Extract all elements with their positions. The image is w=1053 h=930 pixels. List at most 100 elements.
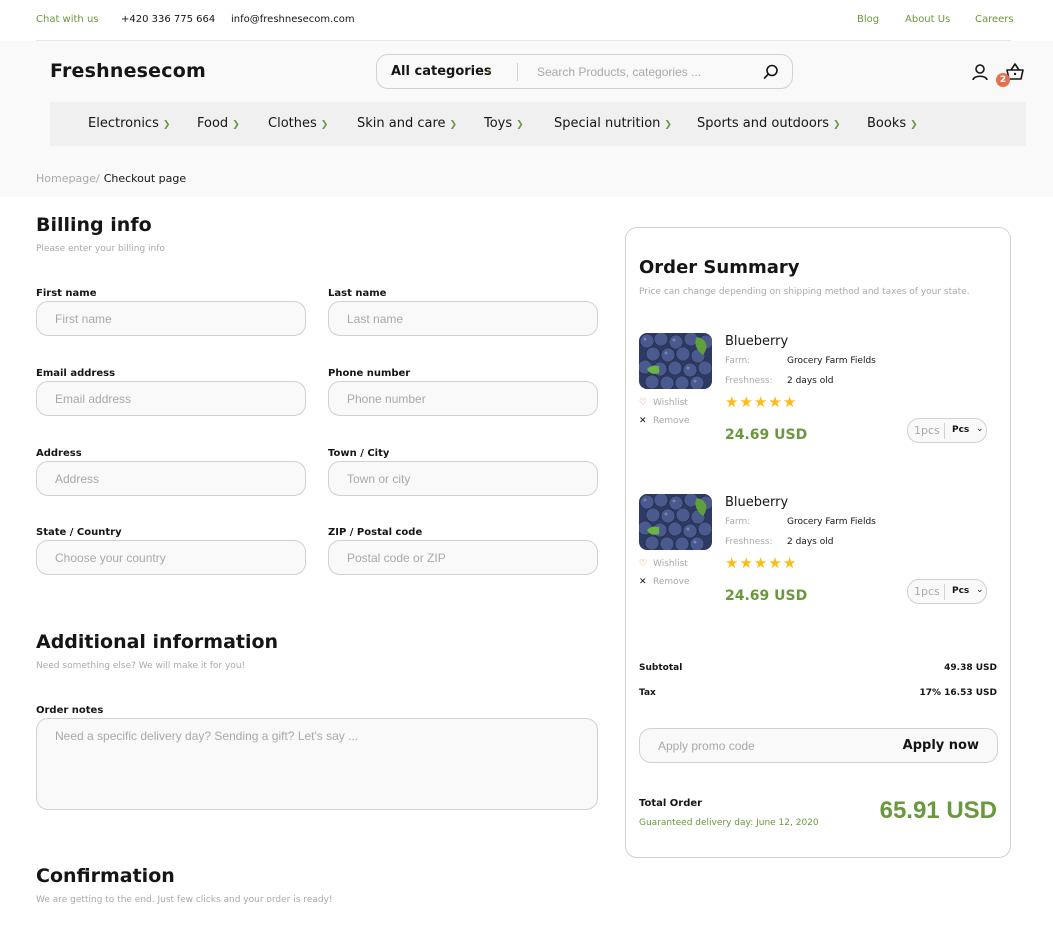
phone-number[interactable]: +420 336 775 664 — [121, 14, 215, 25]
email-link[interactable]: info@freshnesecom.com — [231, 14, 355, 25]
chevron-down-icon: ❯ — [516, 120, 524, 130]
total-order-label: Total Order — [639, 798, 703, 809]
star-icon: ★ — [782, 393, 798, 411]
freshness-label: Freshness: — [725, 376, 773, 386]
breadcrumb-homepage[interactable]: Homepage — [36, 172, 96, 185]
star-icon: ★ — [739, 393, 754, 411]
chevron-down-icon: ❯ — [664, 120, 672, 130]
email-label: Email address — [36, 368, 116, 379]
category-books[interactable]: Books ❯ — [867, 116, 918, 131]
logo[interactable]: Freshnesecom — [50, 60, 206, 82]
address-label: Address — [36, 448, 82, 459]
star-icon: ★ — [768, 554, 783, 572]
close-icon: ✕ — [639, 577, 647, 587]
order-item: ♡ Wishlist ✕ Remove Blueberry Farm: Grocer… — [639, 494, 999, 624]
blog-link[interactable]: Blog — [857, 14, 879, 25]
city-field[interactable] — [328, 461, 598, 496]
chevron-down-icon: ❯ — [232, 120, 240, 130]
farm-value: Grocery Farm Fields — [787, 356, 876, 366]
divider — [944, 423, 945, 439]
phone-label: Phone number — [328, 368, 411, 379]
wishlist-button[interactable]: ♡ Wishlist — [639, 559, 688, 569]
category-toys[interactable]: Toys ❯ — [484, 116, 524, 131]
product-name[interactable]: Blueberry — [725, 334, 788, 349]
delivery-date: Guaranteed delivery day: June 12, 2020 — [639, 818, 819, 828]
first-name-field[interactable] — [36, 301, 306, 336]
order-notes-label: Order notes — [36, 705, 104, 716]
quantity-value[interactable]: 1pcs — [914, 424, 940, 437]
quantity-selector[interactable]: 1pcs Pcs ⌄ — [907, 579, 987, 604]
chevron-down-icon[interactable]: ⌄ — [485, 65, 493, 76]
order-item: ♡ Wishlist ✕ Remove Blueberry Farm: Grocer… — [639, 333, 999, 463]
about-link[interactable]: About Us — [905, 14, 950, 25]
remove-button[interactable]: ✕ Remove — [639, 416, 690, 426]
category-select[interactable]: All categories — [391, 64, 492, 79]
product-price: 24.69 USD — [725, 588, 808, 604]
chevron-down-icon[interactable]: ⌄ — [976, 585, 984, 595]
rating-stars: ★★★★★ — [725, 393, 797, 411]
category-sports-and-outdoors[interactable]: Sports and outdoors ❯ — [697, 116, 841, 131]
chevron-down-icon: ❯ — [832, 120, 841, 130]
category-clothes[interactable]: Clothes ❯ — [268, 116, 328, 131]
quantity-value[interactable]: 1pcs — [914, 585, 940, 598]
unit-select[interactable]: Pcs — [952, 586, 969, 596]
product-name[interactable]: Blueberry — [725, 495, 788, 510]
star-icon: ★ — [739, 554, 754, 572]
search-icon[interactable] — [762, 63, 780, 81]
country-field[interactable] — [36, 540, 306, 575]
unit-select[interactable]: Pcs — [952, 425, 969, 435]
phone-field[interactable] — [328, 381, 598, 416]
order-notes-field[interactable] — [36, 718, 598, 810]
apply-promo-button[interactable]: Apply now — [903, 738, 979, 753]
user-icon[interactable] — [971, 63, 989, 81]
first-name-label: First name — [36, 288, 97, 299]
freshness-label: Freshness: — [725, 537, 773, 547]
divider — [944, 584, 945, 600]
email-field[interactable] — [36, 381, 306, 416]
confirmation-subtitle: We are getting to the end. Just few clic… — [36, 895, 333, 905]
category-special-nutrition[interactable]: Special nutrition ❯ — [554, 116, 672, 131]
confirmation-title: Confirmation — [36, 865, 175, 887]
subtotal-value: 49.38 USD — [944, 663, 997, 673]
star-icon: ★ — [782, 554, 798, 572]
address-field[interactable] — [36, 461, 306, 496]
star-icon: ★ — [725, 393, 740, 411]
breadcrumb: Homepage/Checkout page — [36, 172, 186, 185]
billing-title: Billing info — [36, 214, 152, 236]
category-electronics[interactable]: Electronics ❯ — [88, 116, 170, 131]
heart-icon: ♡ — [639, 559, 648, 569]
divider — [517, 63, 518, 81]
product-image[interactable] — [639, 494, 712, 550]
category-skin-and-care[interactable]: Skin and care ❯ — [357, 116, 457, 131]
additional-subtitle: Need something else? We will make it for… — [36, 661, 246, 671]
careers-link[interactable]: Careers — [975, 14, 1014, 25]
summary-note: Price can change depending on shipping m… — [639, 287, 970, 297]
breadcrumb-current: Checkout page — [103, 172, 187, 185]
promo-code-input[interactable] — [658, 737, 878, 755]
close-icon: ✕ — [639, 416, 647, 426]
search-input[interactable] — [537, 62, 747, 82]
chat-link[interactable]: Chat with us — [36, 14, 99, 25]
quantity-selector[interactable]: 1pcs Pcs ⌄ — [907, 418, 987, 443]
additional-title: Additional information — [36, 631, 279, 653]
last-name-field[interactable] — [328, 301, 598, 336]
star-icon: ★ — [753, 393, 769, 411]
chevron-down-icon: ❯ — [449, 120, 458, 130]
farm-label: Farm: — [725, 517, 751, 527]
remove-button[interactable]: ✕ Remove — [639, 577, 690, 587]
product-image[interactable] — [639, 333, 712, 389]
rating-stars: ★★★★★ — [725, 554, 797, 572]
category-nav: Electronics ❯ Food ❯ Clothes ❯ Skin and car… — [50, 102, 1026, 146]
order-summary: Order Summary Price can change depending… — [625, 227, 1011, 858]
chevron-down-icon: ❯ — [320, 120, 329, 130]
cart-count-badge: 2 — [996, 73, 1010, 87]
summary-title: Order Summary — [639, 257, 800, 278]
top-bar: Chat with us +420 336 775 664 info@fresh… — [0, 0, 1053, 40]
subtotal-label: Subtotal — [639, 663, 683, 673]
chevron-down-icon[interactable]: ⌄ — [976, 424, 984, 434]
wishlist-button[interactable]: ♡ Wishlist — [639, 398, 688, 408]
farm-label: Farm: — [725, 356, 751, 366]
zip-field[interactable] — [328, 540, 598, 575]
category-food[interactable]: Food ❯ — [197, 116, 240, 131]
star-icon: ★ — [768, 393, 783, 411]
